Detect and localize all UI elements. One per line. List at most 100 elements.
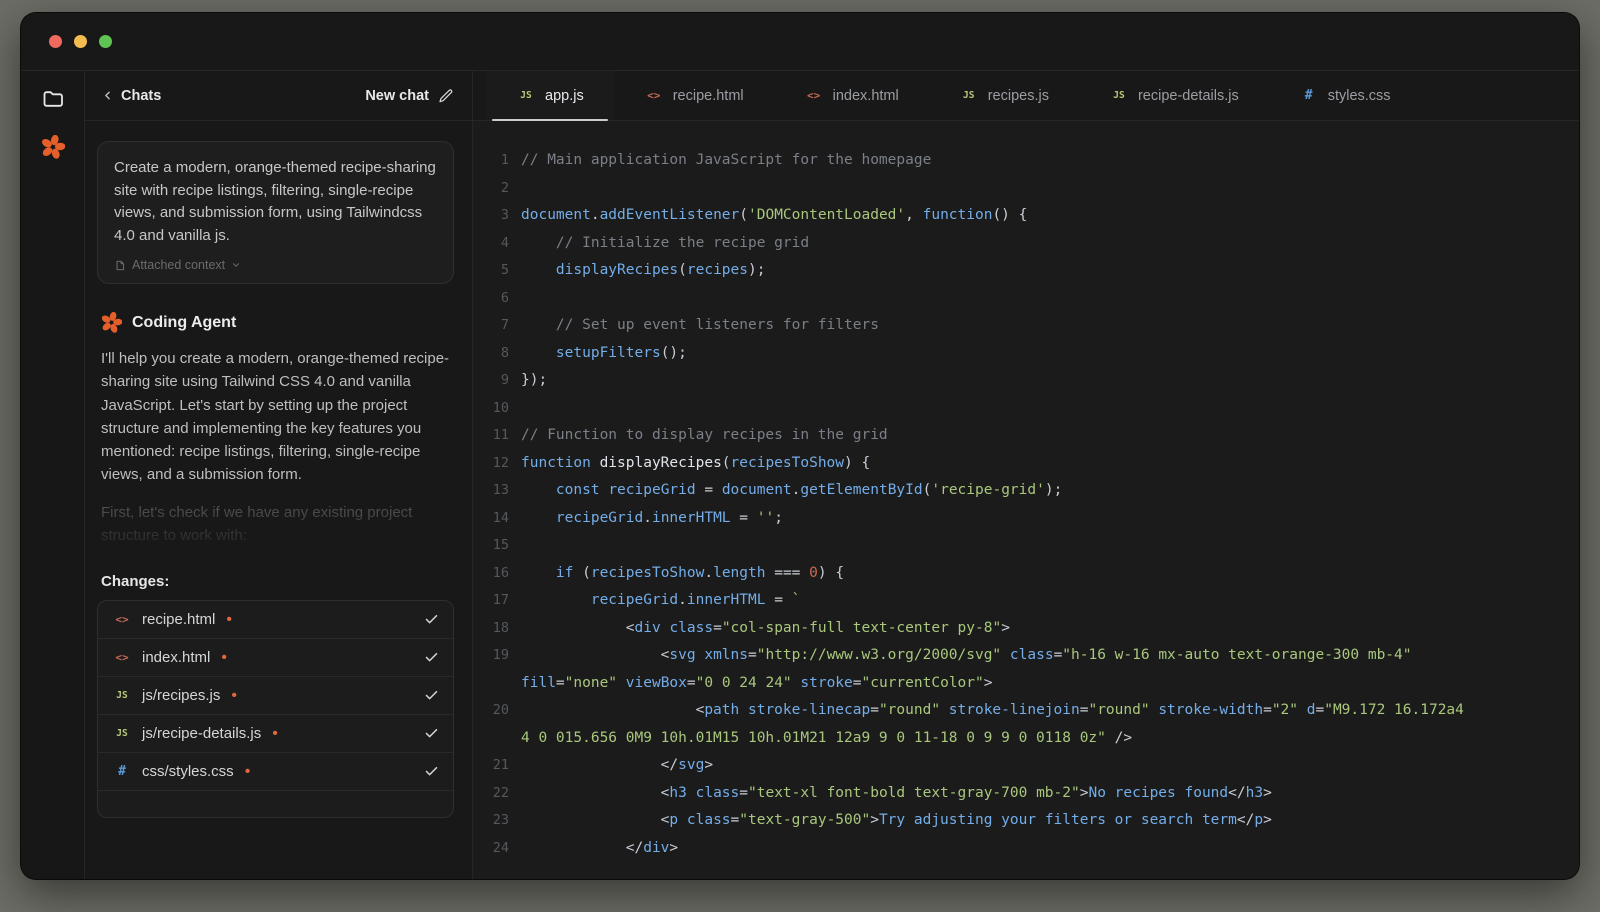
token: getElementById	[800, 482, 922, 498]
project-files-button[interactable]	[41, 87, 65, 111]
code-text: </div>	[521, 835, 678, 863]
token: ,	[905, 207, 922, 223]
changes-row-css/styles.css[interactable]: #css/styles.css•	[98, 753, 453, 791]
token: fill	[521, 675, 556, 691]
token: </	[521, 840, 643, 856]
html-file-icon: <>	[804, 89, 824, 102]
tab-recipes.js[interactable]: JSrecipes.js	[929, 71, 1079, 120]
line-number: 17	[481, 587, 521, 615]
token	[521, 592, 591, 608]
tab-styles.css[interactable]: #styles.css	[1269, 71, 1421, 120]
token: viewBox	[626, 675, 687, 691]
code-line-17: 17 recipeGrid.innerHTML = `	[481, 587, 1579, 615]
token: document	[722, 482, 792, 498]
line-number: 23	[481, 807, 521, 835]
line-number: 9	[481, 367, 521, 395]
new-chat-button[interactable]: New chat	[365, 88, 454, 104]
changes-row-js/recipe-details.js[interactable]: JSjs/recipe-details.js•	[98, 715, 453, 753]
token: .	[643, 510, 652, 526]
editor-pane: JSapp.js<>recipe.html<>index.htmlJSrecip…	[473, 71, 1579, 879]
code-editor[interactable]: 1// Main application JavaScript for the …	[473, 121, 1579, 879]
tab-app.js[interactable]: JSapp.js	[486, 71, 614, 120]
token: =	[765, 592, 791, 608]
title-bar	[21, 13, 1579, 71]
code-line-1: 1// Main application JavaScript for the …	[481, 147, 1579, 175]
changes-list: <>recipe.html•<>index.html•JSjs/recipes.…	[97, 600, 454, 818]
token: =	[1054, 647, 1063, 663]
token: =	[713, 620, 722, 636]
code-text: function displayRecipes(recipesToShow) {	[521, 450, 870, 478]
token: });	[521, 372, 547, 388]
changes-row-js/recipes.js[interactable]: JSjs/recipes.js•	[98, 677, 453, 715]
token	[687, 785, 696, 801]
user-prompt-text: Create a modern, orange-themed recipe-sh…	[114, 157, 437, 247]
changes-row-index.html[interactable]: <>index.html•	[98, 639, 453, 677]
token: =	[731, 812, 740, 828]
token	[521, 345, 556, 361]
tab-label: recipe-details.js	[1138, 88, 1239, 104]
code-text: displayRecipes(recipes);	[521, 257, 765, 285]
token: div	[635, 620, 661, 636]
token: svg	[678, 757, 704, 773]
agent-flower-icon	[41, 135, 65, 159]
chat-scroll-area[interactable]: Create a modern, orange-themed recipe-sh…	[85, 121, 472, 879]
token: h3	[669, 785, 686, 801]
chevron-left-icon	[101, 89, 114, 102]
tab-recipe-details.js[interactable]: JSrecipe-details.js	[1079, 71, 1269, 120]
token: "M9.172 16.172a4	[1324, 702, 1464, 718]
code-text: <p class="text-gray-500">Try adjusting y…	[521, 807, 1272, 835]
check-icon	[424, 650, 439, 665]
close-window-button[interactable]	[49, 35, 62, 48]
token: 'recipe-grid'	[931, 482, 1045, 498]
tab-recipe.html[interactable]: <>recipe.html	[614, 71, 774, 120]
line-number	[481, 670, 521, 698]
token: length	[713, 565, 765, 581]
line-number: 2	[481, 175, 521, 203]
token: =	[687, 675, 696, 691]
zoom-window-button[interactable]	[99, 35, 112, 48]
agent-panel-button[interactable]	[41, 135, 65, 159]
code-text: </svg>	[521, 752, 713, 780]
token: <	[521, 785, 669, 801]
token: class	[696, 785, 740, 801]
tab-label: recipe.html	[673, 88, 744, 104]
js-file-icon: JS	[959, 90, 979, 101]
token: =	[696, 482, 722, 498]
token: >	[669, 840, 678, 856]
token: "text-xl font-bold text-gray-700 mb-2"	[748, 785, 1080, 801]
token: >	[704, 757, 713, 773]
code-line-3: 3document.addEventListener('DOMContentLo…	[481, 202, 1579, 230]
token: =	[748, 647, 757, 663]
token: "2"	[1272, 702, 1298, 718]
agent-message: I'll help you create a modern, orange-th…	[101, 347, 450, 487]
code-text: // Set up event listeners for filters	[521, 312, 879, 340]
minimize-window-button[interactable]	[74, 35, 87, 48]
tab-index.html[interactable]: <>index.html	[774, 71, 929, 120]
code-text: <svg xmlns="http://www.w3.org/2000/svg" …	[521, 642, 1412, 670]
code-line-6: 6	[481, 285, 1579, 313]
modified-dot-icon: •	[272, 726, 278, 742]
code-line-4: 4 // Initialize the recipe grid	[481, 230, 1579, 258]
app-window: Chats New chat Create a modern, orange-t…	[20, 12, 1580, 880]
token: >	[1263, 785, 1272, 801]
token: recipeGrid	[591, 592, 678, 608]
line-number: 6	[481, 285, 521, 313]
line-number: 4	[481, 230, 521, 258]
attached-context-toggle[interactable]: Attached context	[114, 258, 241, 272]
token: p	[1254, 812, 1263, 828]
token	[678, 812, 687, 828]
token: stroke-linejoin	[949, 702, 1080, 718]
token: </	[1237, 812, 1254, 828]
changes-row-recipe.html[interactable]: <>recipe.html•	[98, 601, 453, 639]
token: displayRecipes	[600, 455, 722, 471]
token: // Function to display recipes in the gr…	[521, 427, 888, 443]
code-text: // Function to display recipes in the gr…	[521, 422, 888, 450]
token	[600, 482, 609, 498]
back-to-chats-button[interactable]: Chats	[101, 88, 161, 104]
check-icon	[424, 726, 439, 741]
js-file-icon: JS	[112, 690, 132, 701]
token: ) {	[844, 455, 870, 471]
token: recipesToShow	[731, 455, 845, 471]
code-text: recipeGrid.innerHTML = `	[521, 587, 800, 615]
token: // Set up event listeners for filters	[556, 317, 879, 333]
